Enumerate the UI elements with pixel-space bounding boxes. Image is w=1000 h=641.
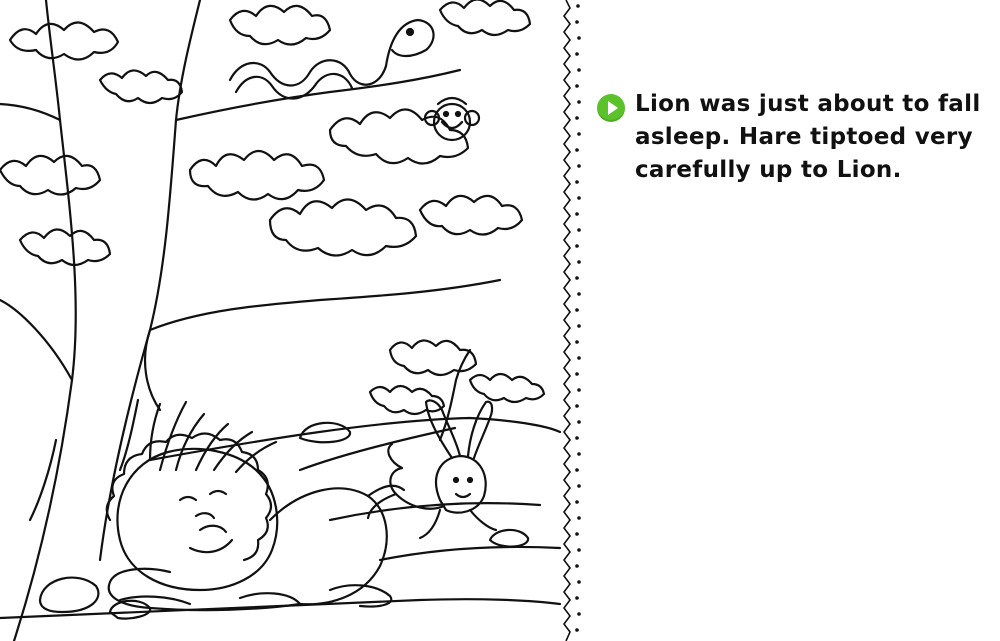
foliage [0, 0, 532, 267]
hare [366, 399, 498, 540]
tree-trunk [12, 0, 77, 641]
snake [228, 18, 435, 100]
story-illustration [0, 0, 572, 641]
small-tree [368, 339, 546, 442]
play-icon [607, 101, 618, 115]
play-audio-button[interactable] [597, 94, 625, 122]
monkey [423, 96, 481, 142]
story-text: Lion was just about to fall asleep. Hare… [635, 91, 981, 183]
narration-block: Lion was just about to fall asleep. Hare… [597, 88, 987, 187]
page-edge-divider [560, 0, 586, 641]
